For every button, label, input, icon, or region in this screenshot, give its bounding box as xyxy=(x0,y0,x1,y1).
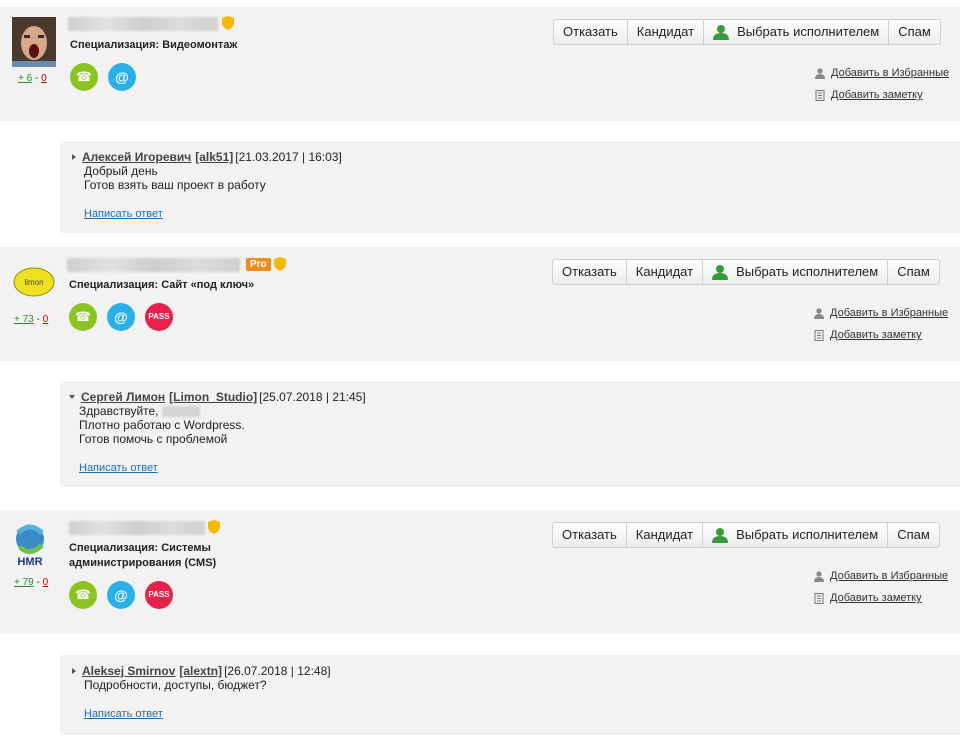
spam-button[interactable]: Спам xyxy=(888,523,939,547)
comment-date: [21.03.2017 | 16:03] xyxy=(235,150,342,164)
rating: + 6 - 0 xyxy=(18,73,47,84)
user-icon xyxy=(712,265,729,280)
email-icon[interactable]: @ xyxy=(108,63,136,91)
comment-author[interactable]: Aleksej Smirnov xyxy=(82,664,175,678)
rating-negative[interactable]: 0 xyxy=(41,73,47,84)
comment-date: [26.07.2018 | 12:48] xyxy=(224,664,331,678)
add-note-link[interactable]: Добавить заметку xyxy=(815,89,923,101)
email-icon[interactable]: @ xyxy=(107,303,135,331)
avatar[interactable] xyxy=(12,17,56,67)
choose-executor-button[interactable]: Выбрать исполнителем xyxy=(704,20,890,44)
avatar[interactable]: limon xyxy=(12,260,56,310)
avatar[interactable]: HMR xyxy=(8,519,52,569)
candidate-button[interactable]: Кандидат xyxy=(627,523,704,547)
expand-arrow-icon[interactable] xyxy=(72,154,76,160)
reject-button[interactable]: Отказать xyxy=(553,523,627,547)
user-icon xyxy=(815,67,825,79)
user-icon xyxy=(814,570,824,582)
choose-executor-label: Выбрать исполнителем xyxy=(737,24,880,39)
note-icon xyxy=(815,89,825,101)
add-favorites-link[interactable]: Добавить в Избранные xyxy=(814,570,948,582)
comment-login[interactable]: [alextn] xyxy=(179,664,222,678)
add-favorites-link[interactable]: Добавить в Избранные xyxy=(815,67,949,79)
add-note-link[interactable]: Добавить заметку xyxy=(814,592,922,604)
phone-icon[interactable]: ☎ xyxy=(70,63,98,91)
rating-negative[interactable]: 0 xyxy=(43,577,49,588)
reply-link[interactable]: Написать ответ xyxy=(79,462,158,474)
specialization: Специализация: Сайт «под ключ» xyxy=(69,279,255,291)
comment-login[interactable]: [Limon_Studio] xyxy=(169,390,257,404)
reject-button[interactable]: Отказать xyxy=(553,260,627,284)
rating-positive[interactable]: + 6 xyxy=(18,73,32,84)
rating-negative[interactable]: 0 xyxy=(43,314,49,325)
choose-executor-button[interactable]: Выбрать исполнителем xyxy=(703,523,889,547)
note-icon xyxy=(814,329,824,341)
pass-icon[interactable]: PASS xyxy=(145,303,173,331)
phone-icon[interactable]: ☎ xyxy=(69,303,97,331)
specialization: Специализация: Системы администрирования… xyxy=(69,542,217,569)
user-icon xyxy=(713,25,730,40)
rating-positive[interactable]: + 79 xyxy=(14,577,34,588)
phone-icon[interactable]: ☎ xyxy=(69,581,97,609)
svg-text:HMR: HMR xyxy=(17,556,42,568)
pro-badge: Pro xyxy=(246,258,271,271)
username-blurred xyxy=(68,17,218,31)
username-blurred xyxy=(67,258,240,272)
candidate-button[interactable]: Кандидат xyxy=(627,260,704,284)
action-buttons: Отказать Кандидат Выбрать исполнителем С… xyxy=(552,259,940,285)
spam-button[interactable]: Спам xyxy=(889,20,940,44)
comment-text: Подробности, доступы, бюджет? xyxy=(84,678,267,692)
user-icon xyxy=(814,307,824,319)
verified-shield-icon xyxy=(208,520,220,534)
rating: + 79 - 0 xyxy=(14,577,49,588)
rating: + 73 - 0 xyxy=(14,314,49,325)
reply-link[interactable]: Написать ответ xyxy=(84,208,163,220)
comment-author[interactable]: Сергей Лимон xyxy=(81,390,165,404)
candidate-button[interactable]: Кандидат xyxy=(628,20,705,44)
user-icon xyxy=(712,528,729,543)
reject-button[interactable]: Отказать xyxy=(554,20,628,44)
spam-button[interactable]: Спам xyxy=(888,260,939,284)
add-favorites-link[interactable]: Добавить в Избранные xyxy=(814,307,948,319)
comment-text: Здравствуйте, Плотно работаю с Wordpress… xyxy=(79,404,245,446)
reply-link[interactable]: Написать ответ xyxy=(84,708,163,720)
comment-header: Алексей Игоревич [alk51] [21.03.2017 | 1… xyxy=(72,150,342,164)
choose-executor-label: Выбрать исполнителем xyxy=(736,527,879,542)
rating-positive[interactable]: + 73 xyxy=(14,314,34,325)
pass-icon[interactable]: PASS xyxy=(145,581,173,609)
email-icon[interactable]: @ xyxy=(107,581,135,609)
verified-shield-icon xyxy=(274,257,286,271)
choose-executor-label: Выбрать исполнителем xyxy=(736,264,879,279)
choose-executor-button[interactable]: Выбрать исполнителем xyxy=(703,260,889,284)
collapse-arrow-icon[interactable] xyxy=(69,395,75,399)
comment-login[interactable]: [alk51] xyxy=(195,150,233,164)
comment-text: Добрый день Готов взять ваш проект в раб… xyxy=(84,164,266,192)
expand-arrow-icon[interactable] xyxy=(72,668,76,674)
svg-text:limon: limon xyxy=(24,278,43,287)
add-note-link[interactable]: Добавить заметку xyxy=(814,329,922,341)
action-buttons: Отказать Кандидат Выбрать исполнителем С… xyxy=(553,19,941,45)
username-blurred xyxy=(69,521,205,535)
verified-shield-icon xyxy=(222,16,234,30)
action-buttons: Отказать Кандидат Выбрать исполнителем С… xyxy=(552,522,940,548)
comment-author[interactable]: Алексей Игоревич xyxy=(82,150,191,164)
note-icon xyxy=(814,592,824,604)
comment-header: Сергей Лимон [Limon_Studio] [25.07.2018 … xyxy=(69,390,366,404)
specialization: Специализация: Видеомонтаж xyxy=(70,39,238,51)
comment-date: [25.07.2018 | 21:45] xyxy=(259,390,366,404)
comment-header: Aleksej Smirnov [alextn] [26.07.2018 | 1… xyxy=(72,664,331,678)
blurred-name xyxy=(161,406,200,418)
